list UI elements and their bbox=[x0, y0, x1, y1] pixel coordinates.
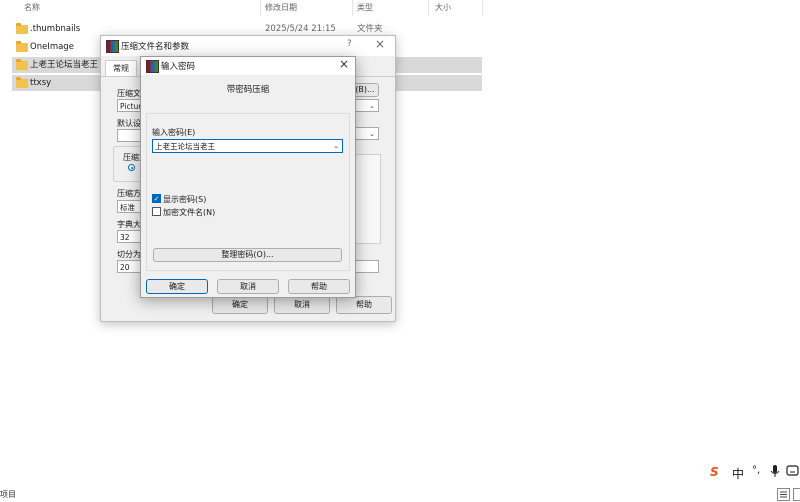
chevron-down-icon: ⌄ bbox=[369, 130, 375, 138]
column-divider[interactable] bbox=[482, 0, 483, 16]
column-header-name[interactable]: 名称 bbox=[24, 0, 40, 16]
archive-name-dropdown[interactable]: ⌄ bbox=[355, 99, 379, 112]
keyboard-icon[interactable] bbox=[786, 465, 799, 480]
column-divider[interactable] bbox=[260, 0, 261, 16]
password-input[interactable]: 上老王论坛当老王 ⌄ bbox=[152, 139, 343, 153]
dialog-titlebar[interactable]: 压缩文件名和参数 ? × bbox=[101, 36, 395, 56]
mic-icon[interactable] bbox=[770, 465, 780, 481]
encrypt-filenames-label[interactable]: 加密文件名(N) bbox=[163, 207, 215, 218]
file-name: 上老王论坛当老王 bbox=[30, 60, 99, 70]
dialog-titlebar[interactable]: 输入密码 × bbox=[141, 57, 355, 75]
cancel-button[interactable]: 取消 bbox=[217, 279, 279, 294]
details-view-icon[interactable] bbox=[777, 488, 790, 501]
file-name: ttxsy bbox=[30, 78, 52, 88]
password-heading: 带密码压缩 bbox=[226, 85, 270, 95]
dialog-title: 输入密码 bbox=[161, 62, 196, 72]
ime-language-toggle[interactable]: 中 bbox=[732, 465, 744, 482]
folder-icon bbox=[16, 41, 28, 52]
dialog-title: 压缩文件名和参数 bbox=[121, 42, 190, 52]
help-button[interactable]: 帮助 bbox=[336, 296, 392, 314]
sogou-ime-icon[interactable]: S bbox=[710, 465, 719, 479]
folder-icon bbox=[16, 77, 28, 88]
chevron-down-icon[interactable]: ⌄ bbox=[333, 140, 339, 153]
archive-name-label: 压缩文 bbox=[117, 89, 141, 98]
ok-button[interactable]: 确定 bbox=[146, 279, 208, 294]
show-password-checkbox[interactable]: ✓ bbox=[152, 194, 161, 203]
password-input-value: 上老王论坛当老王 bbox=[155, 142, 215, 151]
enter-password-dialog: 输入密码 × 带密码压缩 输入密码(E) 上老王论坛当老王 ⌄ ✓ 显示密码(S… bbox=[140, 56, 356, 298]
split-volume-input[interactable]: 20 bbox=[117, 260, 142, 273]
compression-method-label: 压缩方 bbox=[117, 189, 141, 198]
ime-punctuation-toggle[interactable]: °, bbox=[752, 465, 760, 476]
split-volume-label: 切分为 bbox=[117, 250, 141, 259]
column-divider[interactable] bbox=[428, 0, 429, 16]
ok-button[interactable]: 确定 bbox=[212, 296, 268, 314]
close-icon[interactable]: × bbox=[339, 57, 349, 71]
help-icon[interactable]: ? bbox=[347, 39, 352, 49]
dictionary-size-label: 字典大 bbox=[117, 220, 141, 229]
close-icon[interactable]: × bbox=[375, 37, 385, 51]
thumbnail-view-icon[interactable] bbox=[793, 488, 800, 501]
column-header-date[interactable]: 修改日期 bbox=[265, 0, 297, 16]
default-settings-label: 默认设 bbox=[117, 119, 141, 128]
ime-toolbar: S 中 °, bbox=[704, 463, 800, 483]
winrar-icon bbox=[146, 60, 159, 73]
cancel-button[interactable]: 取消 bbox=[274, 296, 330, 314]
password-field-stub[interactable] bbox=[355, 260, 379, 273]
encrypt-filenames-checkbox[interactable] bbox=[152, 207, 161, 216]
organize-passwords-button[interactable]: 整理密码(O)... bbox=[153, 248, 342, 262]
help-button[interactable]: 帮助 bbox=[288, 279, 350, 294]
tab-general[interactable]: 常规 bbox=[105, 60, 137, 77]
file-name: .thumbnails bbox=[30, 24, 81, 34]
column-header-size[interactable]: 大小 bbox=[435, 0, 451, 16]
chevron-down-icon: ⌄ bbox=[369, 102, 375, 110]
default-profile-select[interactable] bbox=[117, 129, 142, 142]
compression-method-select[interactable]: 标准 bbox=[117, 200, 142, 213]
folder-icon bbox=[16, 59, 28, 70]
rar-radio[interactable] bbox=[128, 164, 135, 171]
update-mode-select[interactable]: ⌄ bbox=[355, 127, 379, 140]
column-header-type[interactable]: 类型 bbox=[357, 0, 373, 16]
enter-password-label: 输入密码(E) bbox=[152, 128, 196, 137]
folder-icon bbox=[16, 23, 28, 34]
show-password-label[interactable]: 显示密码(S) bbox=[163, 194, 206, 205]
status-bar-text: 项目 bbox=[0, 490, 16, 499]
file-name: OneImage bbox=[30, 42, 74, 52]
dictionary-size-select[interactable]: 32 bbox=[117, 230, 142, 243]
winrar-icon bbox=[106, 40, 119, 53]
column-divider[interactable] bbox=[352, 0, 353, 16]
